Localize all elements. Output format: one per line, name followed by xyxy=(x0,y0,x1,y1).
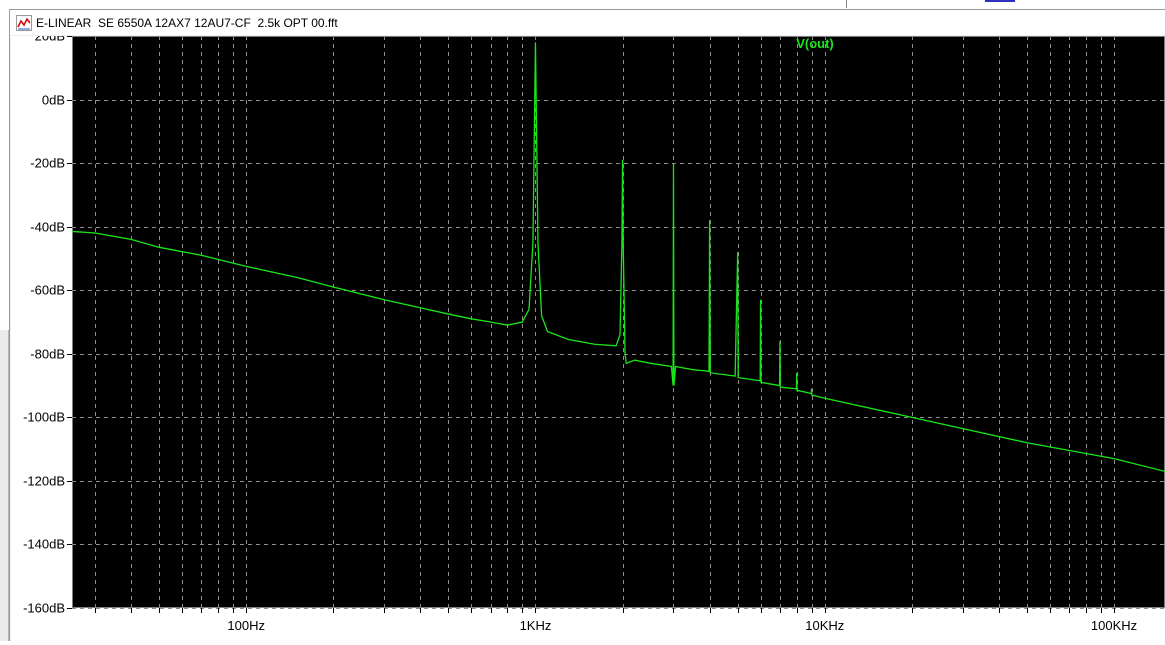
y-tick-label: -100dB xyxy=(23,410,65,425)
window-bottom-edge xyxy=(0,641,1165,645)
x-axis-gutter xyxy=(11,608,1165,641)
trace-label-v-out[interactable]: V(out) xyxy=(796,36,834,51)
background-divider xyxy=(846,0,847,8)
y-tick-label: -120dB xyxy=(23,474,65,489)
waveform-icon xyxy=(16,14,32,31)
background-window-edge xyxy=(0,330,9,645)
y-tick-label: -40dB xyxy=(30,220,65,235)
x-tick-label: 100Hz xyxy=(227,618,265,633)
plot-area[interactable] xyxy=(72,36,1165,608)
x-tick-label: 1KHz xyxy=(520,618,552,633)
y-tick-label: 20dB xyxy=(35,36,65,44)
fft-plot[interactable]: 20dB 0dB -20dB -40dB -60dB -80dB -100dB -120dB -… xyxy=(11,36,1165,641)
y-tick-label: -80dB xyxy=(30,347,65,362)
ltspice-window-screenshot: E-LINEAR SE 6550A 12AX7 12AU7-CF 2.5k OP… xyxy=(0,0,1165,645)
y-tick-label: -160dB xyxy=(23,601,65,616)
window-titlebar[interactable]: E-LINEAR SE 6550A 12AX7 12AU7-CF 2.5k OP… xyxy=(10,10,1165,35)
waveform-viewer-window[interactable]: E-LINEAR SE 6550A 12AX7 12AU7-CF 2.5k OP… xyxy=(9,9,1165,641)
background-fragment xyxy=(985,0,1015,2)
x-tick-label: 100KHz xyxy=(1091,618,1137,633)
y-tick-label: -20dB xyxy=(30,156,65,171)
window-title: E-LINEAR SE 6550A 12AX7 12AU7-CF 2.5k OP… xyxy=(36,15,338,30)
y-tick-label: -60dB xyxy=(30,283,65,298)
plot-pane[interactable]: 20dB 0dB -20dB -40dB -60dB -80dB -100dB -120dB -… xyxy=(11,36,1165,641)
x-tick-label: 10KHz xyxy=(805,618,844,633)
y-tick-label: -140dB xyxy=(23,537,65,552)
y-tick-label: 0dB xyxy=(42,93,65,108)
